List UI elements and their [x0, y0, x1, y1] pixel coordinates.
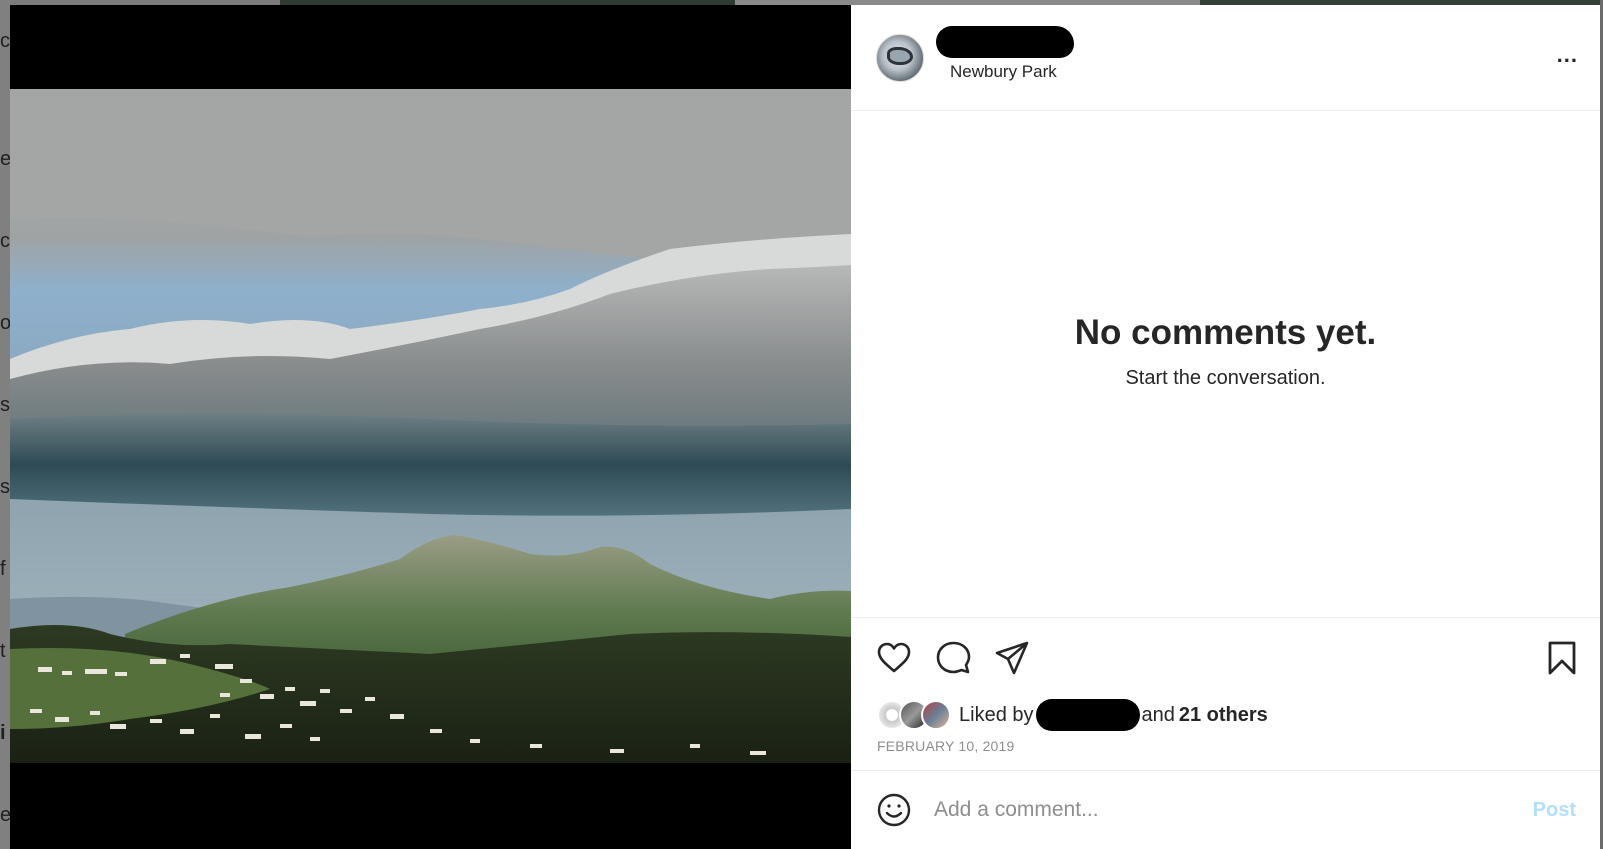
comment-bar: Post: [851, 770, 1600, 849]
liker-avatar: [921, 700, 951, 730]
post-details-panel: Newbury Park ... No comments yet. Start …: [851, 5, 1600, 849]
post-photo[interactable]: [10, 89, 851, 763]
avatar[interactable]: [876, 33, 924, 82]
no-comments-subtitle: Start the conversation.: [1125, 366, 1326, 389]
likes-row: Liked by and 21 others: [851, 698, 1600, 732]
liker-avatars[interactable]: [877, 700, 953, 730]
liked-by-text: Liked by and 21 others: [953, 699, 1268, 731]
more-options-button[interactable]: ...: [1557, 44, 1578, 66]
comment-icon[interactable]: [935, 640, 971, 676]
username-redacted[interactable]: [936, 25, 1074, 58]
comment-input[interactable]: [934, 798, 1533, 822]
location-link[interactable]: Newbury Park: [950, 62, 1074, 82]
bookmark-icon[interactable]: [1544, 640, 1580, 676]
comments-area: No comments yet. Start the conversation.: [851, 111, 1600, 618]
post-modal: Newbury Park ... No comments yet. Start …: [10, 5, 1600, 849]
liked-by-and: and: [1141, 703, 1175, 726]
post-comment-button[interactable]: Post: [1533, 799, 1576, 822]
emoji-icon[interactable]: [876, 792, 912, 828]
avatar-image: [887, 46, 913, 65]
post-media: [10, 5, 851, 849]
share-icon[interactable]: [994, 640, 1030, 676]
post-header: Newbury Park ...: [851, 5, 1600, 111]
post-actions: [851, 618, 1600, 698]
no-comments-title: No comments yet.: [1074, 312, 1377, 352]
liker-username-redacted[interactable]: [1035, 699, 1140, 731]
post-header-text: Newbury Park: [936, 25, 1074, 82]
landscape-image: [10, 89, 851, 763]
post-date[interactable]: FEBRUARY 10, 2019: [851, 738, 1600, 770]
liked-by-prefix: Liked by: [959, 703, 1034, 726]
background-text-fragments: c e c o s s f t i e: [0, 0, 10, 849]
heart-icon[interactable]: [876, 640, 912, 676]
likes-others-link[interactable]: 21 others: [1179, 704, 1268, 727]
